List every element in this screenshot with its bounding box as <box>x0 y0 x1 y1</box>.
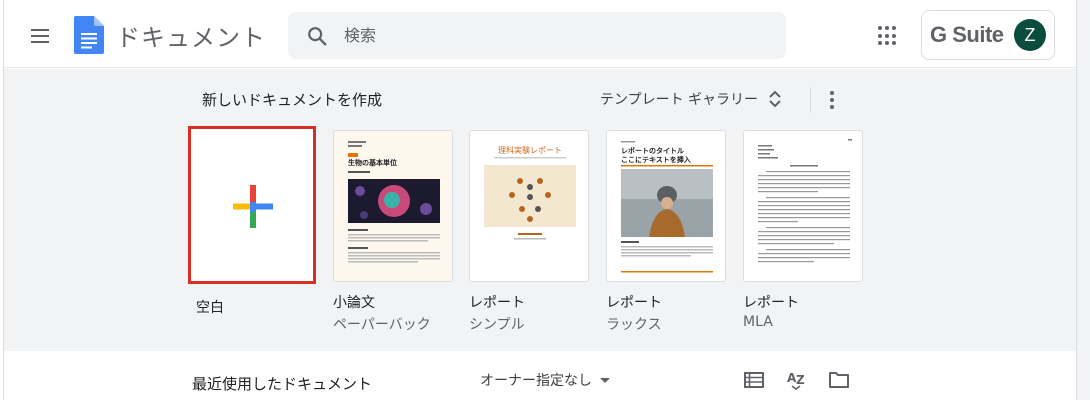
recent-docs-title: 最近使用したドキュメント <box>192 375 373 393</box>
essay-preview-graphic: 生物の基本単位 <box>348 141 440 263</box>
apps-dot <box>885 26 889 30</box>
template-essay-paperback[interactable]: 生物の基本単位 小論文 ペーパーバック <box>333 130 453 334</box>
template-label: レポート <box>743 295 799 311</box>
hamburger-line <box>31 35 49 37</box>
template-sublabel: シンプル <box>469 317 525 333</box>
template-thumbnail[interactable]: 理科実験レポート <box>469 130 589 282</box>
list-view-icon[interactable] <box>744 370 764 390</box>
main-menu-button[interactable] <box>24 20 56 52</box>
search-bar[interactable] <box>288 12 786 59</box>
template-label: 空白 <box>196 300 224 316</box>
hamburger-line <box>31 41 49 43</box>
chevron-down-icon <box>600 377 610 383</box>
app-title[interactable]: ドキュメント <box>116 18 266 53</box>
more-vert-icon[interactable] <box>822 89 842 111</box>
apps-grid-icon[interactable] <box>878 26 898 46</box>
apps-dot <box>885 41 889 46</box>
owner-filter-label: オーナー指定なし <box>480 373 592 389</box>
app-header: ドキュメント G Suite Z <box>4 0 1076 68</box>
window-scrollbar[interactable] <box>1076 0 1090 400</box>
template-sublabel: MLA <box>743 314 773 330</box>
template-thumbnail[interactable] <box>188 126 316 284</box>
template-report-simple[interactable]: 理科実験レポート レポート シンプル <box>469 130 589 334</box>
template-report-lux[interactable]: レポートのタイトル ここにテキストを挿入 レポート ラックス <box>606 130 726 334</box>
template-label: レポート <box>469 295 525 311</box>
template-thumbnail[interactable]: 生物の基本単位 <box>333 130 453 282</box>
template-thumbnail[interactable]: レポートのタイトル ここにテキストを挿入 <box>606 130 726 282</box>
svg-text:Z: Z <box>796 373 805 387</box>
divider <box>810 87 811 113</box>
template-gallery: 新しいドキュメントを作成 テンプレート ギャラリー 空白 生物の基本単位 小論文… <box>4 69 1076 351</box>
apps-dot <box>878 41 882 46</box>
avatar[interactable]: Z <box>1014 19 1046 51</box>
template-sublabel: ラックス <box>606 317 662 333</box>
search-input[interactable] <box>344 12 764 59</box>
apps-dot <box>892 26 896 30</box>
more-dot <box>830 91 834 95</box>
more-dot <box>830 105 834 109</box>
template-sublabel: ペーパーバック <box>333 317 431 333</box>
apps-dot <box>892 41 896 46</box>
lux-thumb-title: レポートのタイトル <box>621 146 684 155</box>
template-thumbnail[interactable] <box>743 130 863 282</box>
plus-icon <box>233 185 273 228</box>
template-blank[interactable]: 空白 <box>188 126 316 317</box>
gsuite-brand: G Suite <box>930 22 1004 47</box>
hamburger-line <box>31 29 49 31</box>
report-preview-graphic: 理科実験レポート <box>484 145 576 240</box>
report-thumb-title: 理科実験レポート <box>498 145 562 155</box>
apps-dot <box>885 33 889 38</box>
lux-preview-graphic: レポートのタイトル ここにテキストを挿入 <box>621 141 713 273</box>
folder-icon[interactable] <box>828 370 850 390</box>
apps-dot <box>878 26 882 30</box>
essay-thumb-title: 生物の基本単位 <box>348 158 397 167</box>
template-label: レポート <box>606 295 662 311</box>
gallery-title: 新しいドキュメントを作成 <box>202 91 383 109</box>
search-icon[interactable] <box>306 25 328 47</box>
template-report-mla[interactable]: レポート MLA <box>743 130 863 330</box>
apps-dot <box>878 33 882 38</box>
gallery-toggle-label: テンプレート ギャラリー <box>600 92 759 108</box>
sort-az-icon[interactable]: A Z <box>786 368 808 390</box>
unfold-icon <box>769 90 781 108</box>
docs-logo-icon[interactable] <box>74 16 104 54</box>
account-switcher[interactable]: G Suite Z <box>921 10 1055 60</box>
mla-preview-graphic <box>758 139 852 263</box>
owner-filter-dropdown[interactable]: オーナー指定なし <box>480 370 610 390</box>
template-gallery-toggle[interactable]: テンプレート ギャラリー <box>600 89 782 109</box>
template-label: 小論文 <box>333 295 375 311</box>
lux-thumb-subtitle: ここにテキストを挿入 <box>621 155 691 164</box>
apps-dot <box>892 33 896 38</box>
more-dot <box>830 98 834 102</box>
